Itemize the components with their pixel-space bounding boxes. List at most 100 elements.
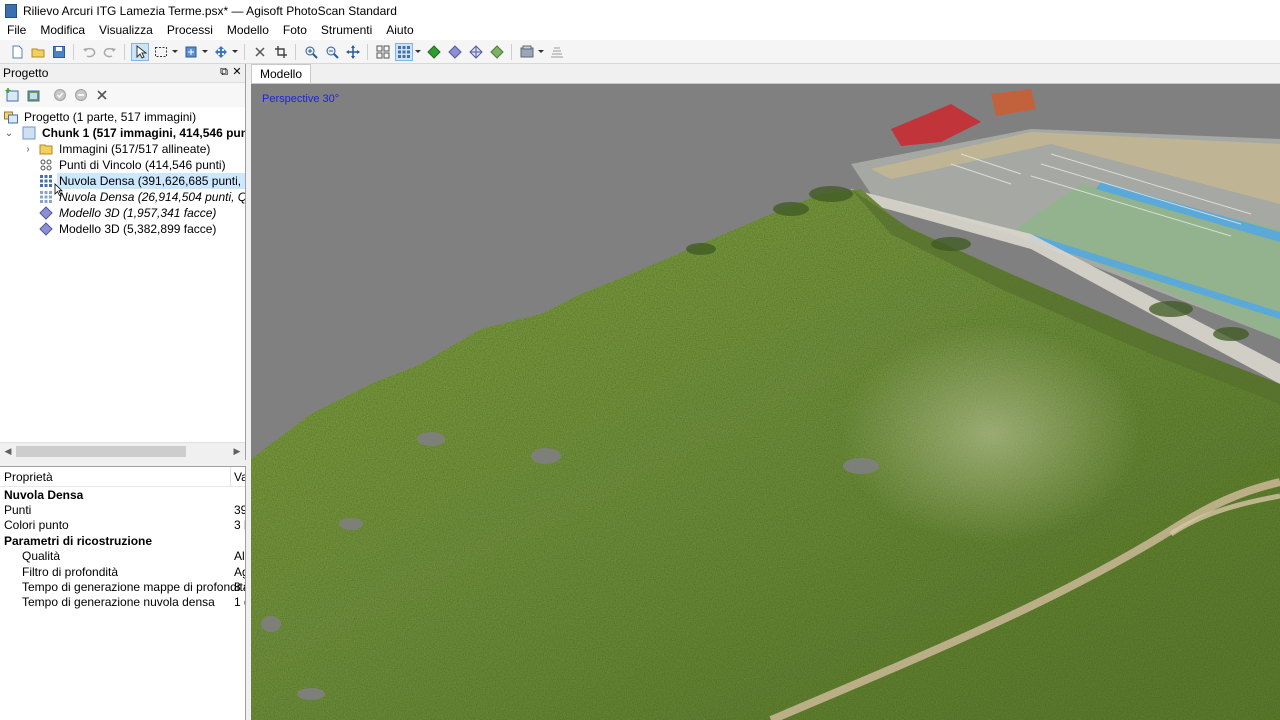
property-key: Tempo di generazione nuvola densa [22,595,215,609]
add-chunk-icon[interactable] [3,86,21,104]
float-panel-icon[interactable]: ⧉ [218,66,230,78]
menu-processi[interactable]: Processi [160,21,220,40]
add-photos-icon[interactable] [24,86,42,104]
selection-dropdown-icon[interactable] [171,43,178,61]
perspective-label: Perspective 30° [262,93,340,105]
menu-file[interactable]: File [0,21,33,40]
enable-camera-icon[interactable] [51,86,69,104]
tree-item-dense-cloud-1[interactable]: Nuvola Densa (391,626,685 punti, Quali [39,173,245,189]
show-grid-icon[interactable] [548,43,566,61]
model-icon [39,206,53,220]
project-panel: Progetto ⧉ ✕ Progetto (1 parte, 517 imma… [0,64,246,460]
point-cloud-dropdown-icon[interactable] [414,43,421,61]
tie-points-icon [39,158,53,172]
navigation-icon[interactable] [130,42,149,61]
tree-label-images: Immagini (517/517 allineate) [59,142,211,156]
model-viewport[interactable]: Perspective 30° [251,84,1280,720]
tree-label-model-1: Modello 3D (1,957,341 facce) [59,206,217,220]
model-shaded-icon[interactable] [446,43,464,61]
tree-label-tie-points: Punti di Vincolo (414,546 punti) [59,158,226,172]
redo-icon[interactable] [101,43,119,61]
toolbar-separator [244,43,245,60]
chevron-right-icon[interactable]: › [23,141,33,157]
save-icon[interactable] [50,43,68,61]
property-row[interactable]: Filtro di profondità Ag [0,565,245,580]
properties-panel: Proprietà Va Nuvola Densa Punti 39 Color… [0,466,246,720]
toolbar-separator [73,43,74,60]
menu-foto[interactable]: Foto [276,21,314,40]
delete-selection-icon[interactable] [251,43,269,61]
tree-item-images[interactable]: Immagini (517/517 allineate) [39,141,212,157]
move-object-icon[interactable] [182,43,200,61]
project-panel-toolbar [0,83,245,107]
menu-aiuto[interactable]: Aiuto [379,21,420,40]
property-row[interactable]: Colori punto 3 b [0,518,245,533]
crop-icon[interactable] [272,43,290,61]
tree-label-chunk: Chunk 1 (517 immagini, 414,546 punti) [42,126,245,140]
move-dropdown-icon[interactable] [201,43,208,61]
chevron-down-icon[interactable]: ⌄ [4,125,14,141]
column-value[interactable]: Va [234,470,245,484]
undo-icon[interactable] [80,43,98,61]
close-panel-icon[interactable]: ✕ [231,66,243,78]
remove-item-icon[interactable] [93,86,111,104]
project-icon [4,110,18,124]
disable-camera-icon[interactable] [72,86,90,104]
tree-item-dense-cloud-2[interactable]: Nuvola Densa (26,914,504 punti, Qualit [39,189,245,205]
zoom-out-icon[interactable] [323,43,341,61]
show-region-icon[interactable] [518,43,536,61]
mouse-cursor-icon [54,183,63,197]
property-row[interactable]: Punti 39 [0,503,245,518]
tab-modello[interactable]: Modello [251,64,312,83]
scroll-left-icon[interactable]: ◀ [0,443,16,460]
tree-label-dense-cloud-1: Nuvola Densa (391,626,685 punti, Quali [57,173,245,189]
project-tree: Progetto (1 parte, 517 immagini) ⌄ Chunk… [0,107,245,427]
horizontal-scrollbar[interactable]: ◀ ▶ [0,442,245,460]
main-toolbar [0,40,1280,64]
show-cameras-icon[interactable] [374,43,392,61]
tree-item-model-2[interactable]: Modello 3D (5,382,899 facce) [39,221,218,237]
menu-visualizza[interactable]: Visualizza [92,21,160,40]
viewport-tab-bar: Modello [251,64,1280,84]
property-row[interactable]: Nuvola Densa [0,488,245,503]
menu-strumenti[interactable]: Strumenti [314,21,379,40]
menu-modello[interactable]: Modello [220,21,276,40]
property-value: 39 [234,503,245,517]
zoom-in-icon[interactable] [302,43,320,61]
rectangle-selection-icon[interactable] [152,43,170,61]
new-icon[interactable] [8,43,26,61]
tree-label-dense-cloud-2: Nuvola Densa (26,914,504 punti, Qualit [59,190,245,204]
folder-icon [39,142,53,156]
menu-bar: File Modifica Visualizza Processi Modell… [0,21,1280,40]
chunk-icon [22,126,36,140]
property-key: Nuvola Densa [4,488,84,502]
region-dropdown-icon[interactable] [537,43,544,61]
tree-item-chunk[interactable]: Chunk 1 (517 immagini, 414,546 punti) [22,125,245,141]
window-titlebar: Rilievo Arcuri ITG Lamezia Terme.psx* — … [0,0,1280,21]
scroll-right-icon[interactable]: ▶ [229,443,245,460]
property-key: Colori punto [4,518,69,532]
model-textured-icon[interactable] [488,43,506,61]
reset-view-icon[interactable] [344,43,362,61]
tree-item-project[interactable]: Progetto (1 parte, 517 immagini) [4,109,198,125]
menu-modifica[interactable]: Modifica [33,21,92,40]
property-key: Tempo di generazione mappe di profondità [22,580,246,594]
tree-item-tie-points[interactable]: Punti di Vincolo (414,546 punti) [39,157,228,173]
rotate-dropdown-icon[interactable] [231,43,238,61]
tree-item-model-1[interactable]: Modello 3D (1,957,341 facce) [39,205,218,221]
column-divider[interactable] [230,467,231,486]
property-row[interactable]: Qualità Al [0,549,245,564]
toolbar-separator [511,43,512,60]
model-wireframe-icon[interactable] [467,43,485,61]
rotate-object-icon[interactable] [212,43,230,61]
show-dense-cloud-icon[interactable] [394,42,413,61]
property-key: Punti [4,503,32,517]
open-icon[interactable] [29,43,47,61]
column-property[interactable]: Proprietà [4,470,53,484]
property-row[interactable]: Tempo di generazione mappe di profondità… [0,580,246,595]
scrollbar-thumb[interactable] [16,446,186,457]
property-row[interactable]: Parametri di ricostruzione [0,534,245,549]
property-row[interactable]: Tempo di generazione nuvola densa 1 g [0,595,245,610]
toolbar-separator [367,43,368,60]
model-solid-icon[interactable] [425,43,443,61]
